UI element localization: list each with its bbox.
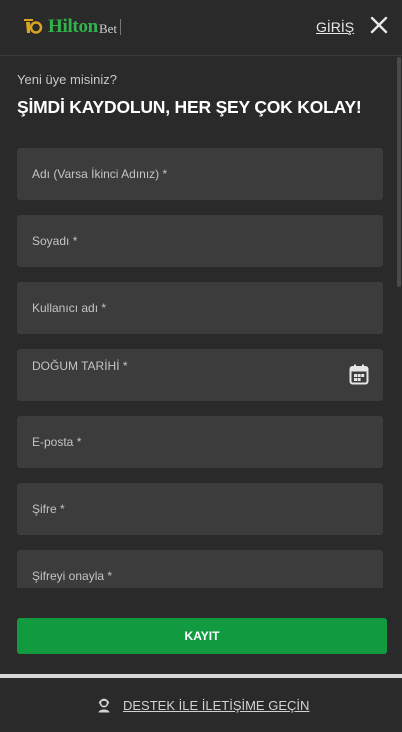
last-name-label: Soyadı *	[32, 234, 78, 248]
scrollbar[interactable]	[397, 57, 401, 588]
close-icon[interactable]	[368, 14, 390, 36]
brand-logo-mark-icon	[24, 19, 43, 34]
brand-logo-main: Hilton	[48, 16, 98, 37]
login-link[interactable]: GİRİŞ	[316, 19, 354, 35]
brand-logo-divider	[120, 19, 121, 35]
brand-logo-suffix: Bet	[98, 20, 117, 36]
confirm-password-label: Şifreyi onayla *	[32, 569, 113, 583]
first-name-label: Adı (Varsa İkinci Adınız) *	[32, 167, 168, 181]
calendar-icon[interactable]	[349, 364, 369, 385]
email-field[interactable]: E-posta *	[17, 416, 383, 468]
last-name-field[interactable]: Soyadı *	[17, 215, 383, 267]
username-label: Kullanıcı adı *	[32, 301, 107, 315]
register-button[interactable]: KAYIT	[17, 618, 387, 654]
password-field[interactable]: Şifre *	[17, 483, 383, 535]
scrollbar-thumb[interactable]	[397, 57, 401, 287]
brand-logo[interactable]: Hilton Bet	[24, 15, 121, 39]
page-title: ŞİMDİ KAYDOLUN, HER ŞEY ÇOK KOLAY!	[17, 97, 362, 117]
confirm-password-field[interactable]: Şifreyi onayla *	[17, 550, 383, 588]
birth-date-field[interactable]: DOĞUM TARİHİ *	[17, 349, 383, 401]
password-label: Şifre *	[32, 502, 65, 516]
header: Hilton Bet GİRİŞ	[0, 0, 402, 56]
first-name-field[interactable]: Adı (Varsa İkinci Adınız) *	[17, 148, 383, 200]
birth-date-label: DOĞUM TARİHİ *	[32, 359, 128, 373]
support-agent-icon	[98, 698, 110, 713]
support-label: DESTEK İLE İLETİŞİME GEÇİN	[123, 697, 310, 713]
support-bar: DESTEK İLE İLETİŞİME GEÇİN	[0, 678, 402, 732]
registration-panel: Hilton Bet GİRİŞ Yeni üye misiniz? ŞİMDİ…	[0, 0, 402, 732]
intro-subtitle: Yeni üye misiniz?	[17, 72, 117, 87]
username-field[interactable]: Kullanıcı adı *	[17, 282, 383, 334]
form-scroll-area[interactable]: Yeni üye misiniz? ŞİMDİ KAYDOLUN, HER ŞE…	[0, 57, 396, 588]
support-link[interactable]: DESTEK İLE İLETİŞİME GEÇİN	[96, 697, 309, 713]
email-label: E-posta *	[32, 435, 82, 449]
form-footer: KAYIT	[0, 588, 402, 676]
